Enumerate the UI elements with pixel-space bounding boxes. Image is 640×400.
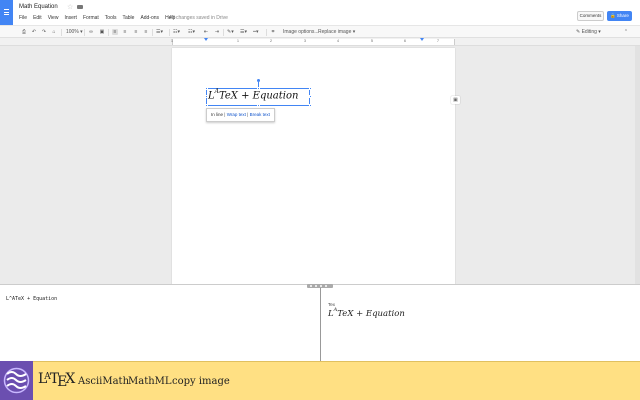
collapse-icon[interactable]: ⌃	[623, 29, 629, 35]
menu-table[interactable]: Table	[122, 15, 134, 21]
resize-handle-s[interactable]	[257, 104, 260, 107]
resize-handle-sw[interactable]	[205, 104, 208, 107]
comments-button[interactable]: Comments	[577, 11, 604, 21]
toolbar-divider	[61, 29, 62, 36]
resize-handle-e[interactable]	[309, 95, 312, 98]
option-separator: |	[224, 112, 226, 117]
document-title[interactable]: Math Equation	[19, 4, 58, 10]
ruler-label: 6	[404, 39, 406, 43]
menu-insert[interactable]: Insert	[64, 15, 77, 21]
menu-addons[interactable]: Add-ons	[140, 15, 159, 21]
vertical-scrollbar[interactable]	[635, 46, 640, 284]
menu-edit[interactable]: Edit	[33, 15, 42, 21]
ruler-label: 5	[371, 39, 373, 43]
ruler-label: 1	[171, 39, 173, 43]
ruler-label: 1	[237, 39, 239, 43]
crop-icon[interactable]: ⌗	[270, 29, 276, 35]
docs-home-icon[interactable]	[0, 0, 13, 25]
inline-option[interactable]: In line	[211, 112, 223, 117]
top-bar: Math Equation ☆ File Edit View Insert Fo…	[0, 0, 640, 25]
menu-view[interactable]: View	[48, 15, 59, 21]
image-layout-options: In line | Wrap text | Break text	[206, 108, 275, 122]
share-label: Share	[616, 13, 629, 18]
save-status[interactable]: All changes saved in Drive	[169, 15, 228, 21]
equation-preview: LATeX + Equation	[328, 307, 405, 319]
align-right-icon[interactable]: ≡	[133, 29, 139, 35]
link-icon[interactable]: ∞	[88, 29, 94, 35]
rotate-handle[interactable]	[257, 79, 260, 82]
ruler-label: 4	[337, 39, 339, 43]
bulleted-list-icon[interactable]: ☷▾	[188, 28, 195, 36]
replace-image-button[interactable]: Replace image ▾	[318, 28, 355, 36]
border-weight-icon[interactable]: ☰▾	[240, 28, 247, 36]
toolbar-divider	[108, 29, 109, 36]
toolbar-divider	[169, 29, 170, 36]
ruler-label: 2	[270, 39, 272, 43]
panel-divider[interactable]	[320, 288, 321, 361]
editing-mode-select[interactable]: ✎ Editing ▾	[576, 28, 601, 36]
image-options-button[interactable]: Image options...	[283, 28, 319, 36]
increase-indent-icon[interactable]: ⇥	[214, 29, 220, 35]
resize-handle-se[interactable]	[309, 104, 312, 107]
border-color-icon[interactable]: ✎▾	[227, 28, 234, 36]
document-page[interactable]	[172, 48, 455, 288]
decrease-indent-icon[interactable]: ⇤	[203, 29, 209, 35]
redo-icon[interactable]: ↷	[41, 29, 47, 35]
share-button[interactable]: 🔒 Share	[607, 11, 632, 21]
resize-handle-ne[interactable]	[309, 87, 312, 90]
align-left-icon[interactable]: ≡	[112, 29, 118, 35]
equation-rendered: LATeX + Equation	[208, 88, 299, 102]
toolbar-divider	[152, 29, 153, 36]
zoom-value: 100%	[66, 29, 79, 35]
zoom-select[interactable]: 100% ▾	[66, 28, 83, 36]
latex-mode-button[interactable]: LATEX	[38, 371, 75, 390]
toolbar: ⎙ ↶ ↷ ⌂ 100% ▾ ∞ ▣ ≡ ≡ ≡ ≡ ☰▾ ☷▾ ☷▾ ⇤ ⇥ …	[0, 25, 640, 38]
numbered-list-icon[interactable]: ☷▾	[173, 28, 180, 36]
folder-icon[interactable]	[77, 5, 83, 9]
mathml-mode-button[interactable]: MathML	[128, 376, 172, 387]
add-comment-icon[interactable]: ▣	[451, 96, 460, 104]
border-dash-icon[interactable]: ┅▾	[253, 28, 259, 36]
star-icon[interactable]: ☆	[67, 3, 73, 11]
justify-icon[interactable]: ≡	[143, 29, 149, 35]
editing-mode-label: Editing	[581, 29, 597, 35]
align-center-icon[interactable]: ≡	[122, 29, 128, 35]
toolbar-divider	[84, 29, 85, 36]
toolbar-divider	[266, 29, 267, 36]
latex-source-input[interactable]: L^ATeX + Equation	[6, 296, 57, 302]
paint-format-icon[interactable]: ⌂	[51, 29, 57, 35]
copy-image-button[interactable]: copy image	[172, 376, 230, 387]
line-spacing-icon[interactable]: ☰▾	[156, 28, 163, 36]
menu-file[interactable]: File	[19, 15, 27, 21]
ruler-track	[172, 39, 455, 45]
asciimath-mode-button[interactable]: AsciiMath	[78, 376, 129, 387]
extension-logo-icon	[0, 361, 33, 400]
right-indent-marker[interactable]	[420, 38, 424, 41]
left-indent-marker[interactable]	[204, 38, 208, 41]
wrap-text-option[interactable]: Wrap text	[227, 112, 246, 117]
ruler-label: 3	[304, 39, 306, 43]
comment-icon[interactable]: ▣	[99, 29, 105, 35]
document-canvas	[0, 46, 640, 288]
menu-format[interactable]: Format	[83, 15, 99, 21]
undo-icon[interactable]: ↶	[31, 29, 37, 35]
toolbar-divider	[223, 29, 224, 36]
ruler: 1 1 2 3 4 5 6 7	[0, 38, 640, 46]
menu-tools[interactable]: Tools	[105, 15, 117, 21]
print-icon[interactable]: ⎙	[21, 29, 27, 35]
menu-bar: File Edit View Insert Format Tools Table…	[19, 15, 175, 21]
option-separator: |	[247, 112, 249, 117]
break-text-option[interactable]: Break text	[250, 112, 270, 117]
ruler-label: 7	[437, 39, 439, 43]
